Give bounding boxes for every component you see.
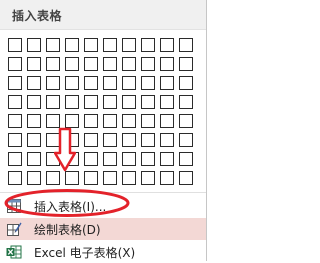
- table-grid-cell[interactable]: [103, 95, 117, 109]
- red-oval-annotation: [4, 189, 130, 217]
- excel-icon: [6, 244, 22, 260]
- table-grid-cell[interactable]: [141, 76, 155, 90]
- table-grid-cell[interactable]: [84, 133, 98, 147]
- table-grid-cell[interactable]: [103, 171, 117, 185]
- table-grid-cell[interactable]: [141, 95, 155, 109]
- table-grid-cell[interactable]: [179, 152, 193, 166]
- table-grid-cell[interactable]: [8, 95, 22, 109]
- table-grid-cell[interactable]: [160, 171, 174, 185]
- table-grid-cell[interactable]: [160, 133, 174, 147]
- table-grid-cell[interactable]: [65, 95, 79, 109]
- table-grid-cell[interactable]: [122, 171, 136, 185]
- table-grid-cell[interactable]: [8, 133, 22, 147]
- table-grid-cell[interactable]: [141, 57, 155, 71]
- table-grid-cell[interactable]: [84, 114, 98, 128]
- menu-header: 插入表格: [0, 0, 206, 30]
- table-grid-cell[interactable]: [122, 133, 136, 147]
- table-grid-cell[interactable]: [122, 152, 136, 166]
- table-grid-cell[interactable]: [179, 57, 193, 71]
- table-grid-cell[interactable]: [103, 152, 117, 166]
- table-grid-cell[interactable]: [27, 152, 41, 166]
- table-grid-cell[interactable]: [122, 95, 136, 109]
- table-grid-cell[interactable]: [141, 133, 155, 147]
- table-grid-cell[interactable]: [141, 171, 155, 185]
- excel-spreadsheet-item[interactable]: Excel 电子表格(X): [0, 241, 206, 263]
- table-grid-cell[interactable]: [65, 171, 79, 185]
- table-grid-cell[interactable]: [179, 171, 193, 185]
- table-grid-cell[interactable]: [8, 76, 22, 90]
- table-grid-cell[interactable]: [103, 133, 117, 147]
- draw-table-item[interactable]: 绘制表格(D): [0, 218, 206, 240]
- table-grid-cell[interactable]: [103, 38, 117, 52]
- table-grid-cell[interactable]: [179, 114, 193, 128]
- table-grid-cell[interactable]: [65, 57, 79, 71]
- excel-spreadsheet-label: Excel 电子表格(X): [34, 246, 136, 260]
- table-grid-cell[interactable]: [46, 95, 60, 109]
- table-grid-cell[interactable]: [27, 57, 41, 71]
- table-grid-cell[interactable]: [141, 114, 155, 128]
- table-grid-cell[interactable]: [8, 152, 22, 166]
- table-grid-cell[interactable]: [160, 38, 174, 52]
- table-grid-cell[interactable]: [65, 76, 79, 90]
- down-arrow-annotation: [54, 127, 76, 172]
- draw-table-icon: [6, 221, 22, 237]
- table-grid-cell[interactable]: [122, 57, 136, 71]
- table-grid-cell[interactable]: [122, 114, 136, 128]
- table-grid-cell[interactable]: [160, 76, 174, 90]
- table-grid-cell[interactable]: [46, 114, 60, 128]
- table-grid-cell[interactable]: [103, 76, 117, 90]
- draw-table-label: 绘制表格(D): [34, 223, 101, 237]
- table-grid-cell[interactable]: [8, 38, 22, 52]
- table-grid-cell[interactable]: [141, 38, 155, 52]
- table-grid-cell[interactable]: [84, 171, 98, 185]
- table-grid-cell[interactable]: [160, 57, 174, 71]
- table-grid-cell[interactable]: [103, 57, 117, 71]
- table-grid-cell[interactable]: [141, 152, 155, 166]
- table-grid-cell[interactable]: [160, 152, 174, 166]
- table-grid-cell[interactable]: [179, 95, 193, 109]
- table-grid-cell[interactable]: [27, 76, 41, 90]
- menu-title: 插入表格: [12, 9, 63, 23]
- table-grid-cell[interactable]: [27, 38, 41, 52]
- table-grid-cell[interactable]: [27, 133, 41, 147]
- table-grid-cell[interactable]: [27, 95, 41, 109]
- table-grid-cell[interactable]: [46, 76, 60, 90]
- table-grid-cell[interactable]: [84, 152, 98, 166]
- table-grid-cell[interactable]: [65, 38, 79, 52]
- table-grid-cell[interactable]: [160, 114, 174, 128]
- table-grid-cell[interactable]: [27, 114, 41, 128]
- table-grid-cell[interactable]: [27, 171, 41, 185]
- table-grid-cell[interactable]: [46, 171, 60, 185]
- table-grid-cell[interactable]: [84, 95, 98, 109]
- insert-table-menu: 插入表格 插入表格(I)... 绘制表格(D) Excel 电子表格(X): [0, 0, 207, 261]
- table-grid-cell[interactable]: [122, 76, 136, 90]
- table-size-grid[interactable]: [8, 38, 193, 185]
- table-grid-cell[interactable]: [122, 38, 136, 52]
- table-grid-cell[interactable]: [179, 133, 193, 147]
- table-grid-cell[interactable]: [8, 171, 22, 185]
- table-grid-cell[interactable]: [8, 114, 22, 128]
- table-grid-cell[interactable]: [84, 57, 98, 71]
- table-grid-cell[interactable]: [84, 76, 98, 90]
- table-grid-cell[interactable]: [8, 57, 22, 71]
- table-grid-cell[interactable]: [160, 95, 174, 109]
- table-grid-cell[interactable]: [103, 114, 117, 128]
- table-grid-cell[interactable]: [46, 57, 60, 71]
- table-grid-cell[interactable]: [65, 114, 79, 128]
- table-grid-cell[interactable]: [179, 38, 193, 52]
- table-grid-cell[interactable]: [46, 38, 60, 52]
- table-grid-cell[interactable]: [179, 76, 193, 90]
- table-grid-cell[interactable]: [84, 38, 98, 52]
